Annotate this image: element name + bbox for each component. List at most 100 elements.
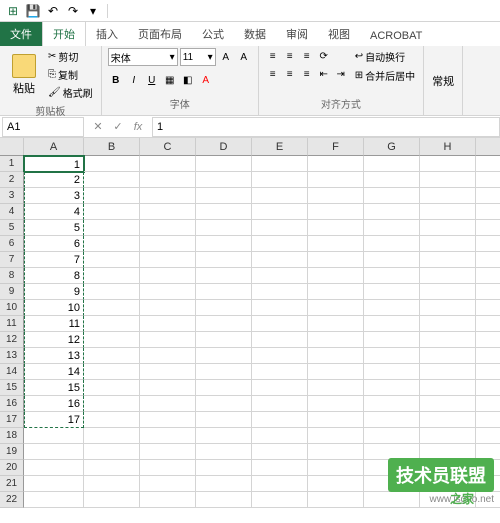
format-painter-button[interactable]: 🖌格式刷	[46, 84, 95, 101]
cell[interactable]	[420, 284, 476, 300]
cell[interactable]	[252, 172, 308, 188]
cell[interactable]	[196, 188, 252, 204]
align-right-icon[interactable]: ≡	[299, 66, 315, 82]
cell[interactable]	[140, 316, 196, 332]
row-header[interactable]: 9	[0, 284, 24, 300]
tab-insert[interactable]: 插入	[86, 22, 128, 46]
cell[interactable]	[84, 220, 140, 236]
cell[interactable]	[24, 476, 84, 492]
cell[interactable]	[252, 364, 308, 380]
decrease-indent-icon[interactable]: ⇤	[316, 66, 332, 82]
underline-button[interactable]: U	[144, 72, 160, 88]
cell[interactable]	[476, 172, 500, 188]
row-header[interactable]: 14	[0, 364, 24, 380]
cell[interactable]	[196, 252, 252, 268]
cell[interactable]	[476, 156, 500, 172]
undo-icon[interactable]: ↶	[44, 2, 62, 20]
cell[interactable]	[476, 348, 500, 364]
align-center-icon[interactable]: ≡	[282, 66, 298, 82]
cell[interactable]	[364, 252, 420, 268]
row-header[interactable]: 22	[0, 492, 24, 508]
cell[interactable]	[476, 316, 500, 332]
cell[interactable]	[252, 492, 308, 508]
cell[interactable]	[84, 284, 140, 300]
column-header[interactable]: C	[140, 138, 196, 156]
copy-button[interactable]: ⎘复制	[46, 66, 95, 83]
cell[interactable]	[252, 476, 308, 492]
column-header[interactable]: D	[196, 138, 252, 156]
align-top-icon[interactable]: ≡	[265, 48, 281, 64]
row-header[interactable]: 12	[0, 332, 24, 348]
cell[interactable]	[140, 204, 196, 220]
cell[interactable]: 9	[24, 284, 84, 300]
cell[interactable]	[24, 428, 84, 444]
row-header[interactable]: 18	[0, 428, 24, 444]
cell[interactable]	[308, 172, 364, 188]
cell[interactable]	[196, 284, 252, 300]
cell[interactable]	[196, 460, 252, 476]
cell[interactable]: 2	[24, 172, 84, 188]
cell[interactable]: 12	[24, 332, 84, 348]
cell[interactable]	[308, 188, 364, 204]
cell[interactable]	[140, 460, 196, 476]
cell[interactable]	[420, 316, 476, 332]
row-header[interactable]: 2	[0, 172, 24, 188]
cell[interactable]	[364, 236, 420, 252]
cell[interactable]	[196, 396, 252, 412]
cell[interactable]	[140, 476, 196, 492]
cell[interactable]	[196, 412, 252, 428]
cell[interactable]	[196, 268, 252, 284]
tab-acrobat[interactable]: ACROBAT	[360, 26, 432, 46]
align-left-icon[interactable]: ≡	[265, 66, 281, 82]
cell[interactable]	[252, 316, 308, 332]
column-header[interactable]: H	[420, 138, 476, 156]
tab-formulas[interactable]: 公式	[192, 22, 234, 46]
cell[interactable]	[84, 156, 140, 172]
cell[interactable]	[84, 204, 140, 220]
increase-font-icon[interactable]: A	[218, 49, 234, 65]
cell[interactable]	[364, 412, 420, 428]
cell[interactable]	[308, 156, 364, 172]
cell[interactable]	[196, 348, 252, 364]
cell[interactable]	[252, 300, 308, 316]
cell[interactable]	[420, 236, 476, 252]
cell[interactable]	[420, 300, 476, 316]
cell[interactable]	[140, 188, 196, 204]
cell[interactable]	[84, 316, 140, 332]
increase-indent-icon[interactable]: ⇥	[333, 66, 349, 82]
cell[interactable]	[308, 204, 364, 220]
cell[interactable]	[140, 348, 196, 364]
cell[interactable]	[364, 396, 420, 412]
row-header[interactable]: 19	[0, 444, 24, 460]
cell[interactable]	[252, 156, 308, 172]
cell[interactable]	[308, 284, 364, 300]
align-bottom-icon[interactable]: ≡	[299, 48, 315, 64]
tab-data[interactable]: 数据	[234, 22, 276, 46]
tab-review[interactable]: 审阅	[276, 22, 318, 46]
cell[interactable]	[140, 332, 196, 348]
cell[interactable]	[196, 332, 252, 348]
orientation-icon[interactable]: ⟳	[316, 48, 332, 64]
cell[interactable]	[84, 188, 140, 204]
cell[interactable]	[140, 268, 196, 284]
merge-center-button[interactable]: ⊞合并后居中	[353, 67, 417, 84]
formula-bar[interactable]: 1	[152, 117, 500, 137]
cell[interactable]	[24, 492, 84, 508]
cell[interactable]	[364, 316, 420, 332]
cell[interactable]	[476, 204, 500, 220]
cell[interactable]	[196, 428, 252, 444]
cell[interactable]	[476, 380, 500, 396]
redo-icon[interactable]: ↷	[64, 2, 82, 20]
row-header[interactable]: 10	[0, 300, 24, 316]
cell[interactable]	[420, 380, 476, 396]
cell[interactable]	[476, 396, 500, 412]
cell[interactable]	[84, 348, 140, 364]
cell[interactable]: 5	[24, 220, 84, 236]
cell[interactable]	[252, 412, 308, 428]
cell[interactable]	[420, 188, 476, 204]
cell[interactable]	[476, 252, 500, 268]
cell[interactable]	[252, 396, 308, 412]
fx-icon[interactable]: fx	[130, 119, 146, 135]
row-header[interactable]: 13	[0, 348, 24, 364]
cell[interactable]	[84, 252, 140, 268]
